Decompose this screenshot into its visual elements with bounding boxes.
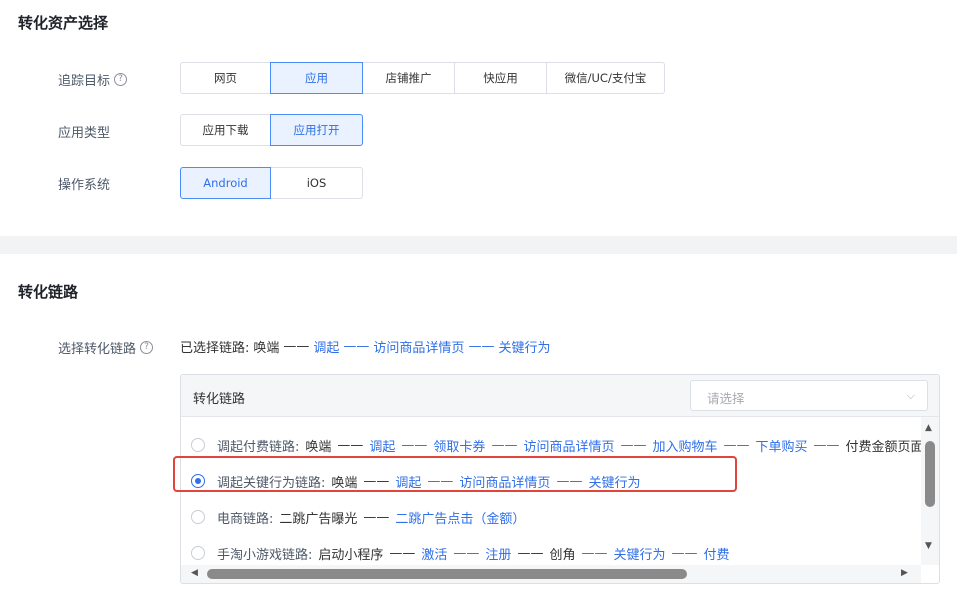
step-separator: —— [343, 339, 370, 354]
radio-button[interactable] [191, 510, 205, 524]
app-type-label: 应用类型 [58, 126, 111, 141]
chosen-step: 调起 [313, 341, 340, 356]
app-type-segment: 应用下载 应用打开 [180, 114, 363, 146]
chosen-step: 唤端 [253, 341, 280, 356]
highlight-box [173, 456, 737, 492]
step-separator: —— [468, 339, 495, 354]
track-target-label: 追踪目标 ? [58, 70, 128, 89]
option-app-open[interactable]: 应用打开 [270, 114, 363, 146]
vertical-scrollbar[interactable]: ▲ ▼ [921, 417, 939, 565]
chain-section-title: 转化链路 [18, 283, 79, 301]
question-circle-icon[interactable]: ? [140, 341, 154, 354]
option-wechat-uc-alipay[interactable]: 微信/UC/支付宝 [546, 62, 665, 94]
chain-select-placeholder: 请选择 [707, 391, 745, 406]
asset-section: 转化资产选择 追踪目标 ? 网页 应用 店铺推广 快应用 微信/UC/支付宝 应… [0, 0, 957, 236]
chain-panel-header-label: 转化链路 [193, 392, 246, 407]
scroll-right-icon[interactable]: ▶ [901, 568, 908, 578]
option-app-download[interactable]: 应用下载 [180, 114, 271, 146]
option-store-promo[interactable]: 店铺推广 [362, 62, 455, 94]
scrollbar-thumb[interactable] [207, 569, 687, 579]
step-separator: —— [283, 339, 310, 354]
scroll-down-icon[interactable]: ▼ [925, 541, 932, 551]
asset-section-title: 转化资产选择 [18, 14, 109, 32]
os-segment: Android iOS [180, 167, 363, 199]
track-target-segment: 网页 应用 店铺推广 快应用 微信/UC/支付宝 [180, 62, 665, 94]
section-divider [0, 236, 957, 254]
list-item[interactable]: 手淘小游戏链路: 启动小程序 —— 激活 —— 注册 —— 创角 —— 关键行为… [191, 541, 729, 565]
horizontal-scrollbar[interactable]: ◀ ▶ [181, 565, 921, 583]
option-ios[interactable]: iOS [270, 167, 363, 199]
option-app[interactable]: 应用 [270, 62, 363, 94]
list-item[interactable]: 电商链路: 二跳广告曝光 —— 二跳广告点击（金额） [191, 505, 525, 529]
select-chain-label: 选择转化链路 ? [58, 338, 154, 357]
option-quick-app[interactable]: 快应用 [454, 62, 547, 94]
chain-panel-header: 转化链路 请选择 ⌵ [181, 375, 939, 417]
chain-select[interactable]: 请选择 ⌵ [690, 380, 928, 411]
scrollbar-thumb[interactable] [925, 441, 935, 507]
option-android[interactable]: Android [180, 167, 271, 199]
radio-button[interactable] [191, 438, 205, 452]
chosen-step: 关键行为 [498, 341, 551, 356]
chosen-prefix: 已选择链路: [180, 341, 250, 356]
question-circle-icon[interactable]: ? [114, 73, 128, 86]
radio-button[interactable] [191, 546, 205, 560]
chevron-down-icon: ⌵ [906, 389, 915, 402]
list-item[interactable]: 调起付费链路: 唤端 —— 调起 —— 领取卡券 —— 访问商品详情页 —— 加… [191, 433, 921, 457]
os-label: 操作系统 [58, 178, 111, 193]
chosen-step: 访问商品详情页 [373, 341, 465, 356]
scroll-up-icon[interactable]: ▲ [925, 423, 932, 433]
scroll-left-icon[interactable]: ◀ [191, 568, 198, 578]
chosen-chain: 已选择链路: 唤端 —— 调起 —— 访问商品详情页 —— 关键行为 [180, 337, 550, 356]
option-webpage[interactable]: 网页 [180, 62, 271, 94]
